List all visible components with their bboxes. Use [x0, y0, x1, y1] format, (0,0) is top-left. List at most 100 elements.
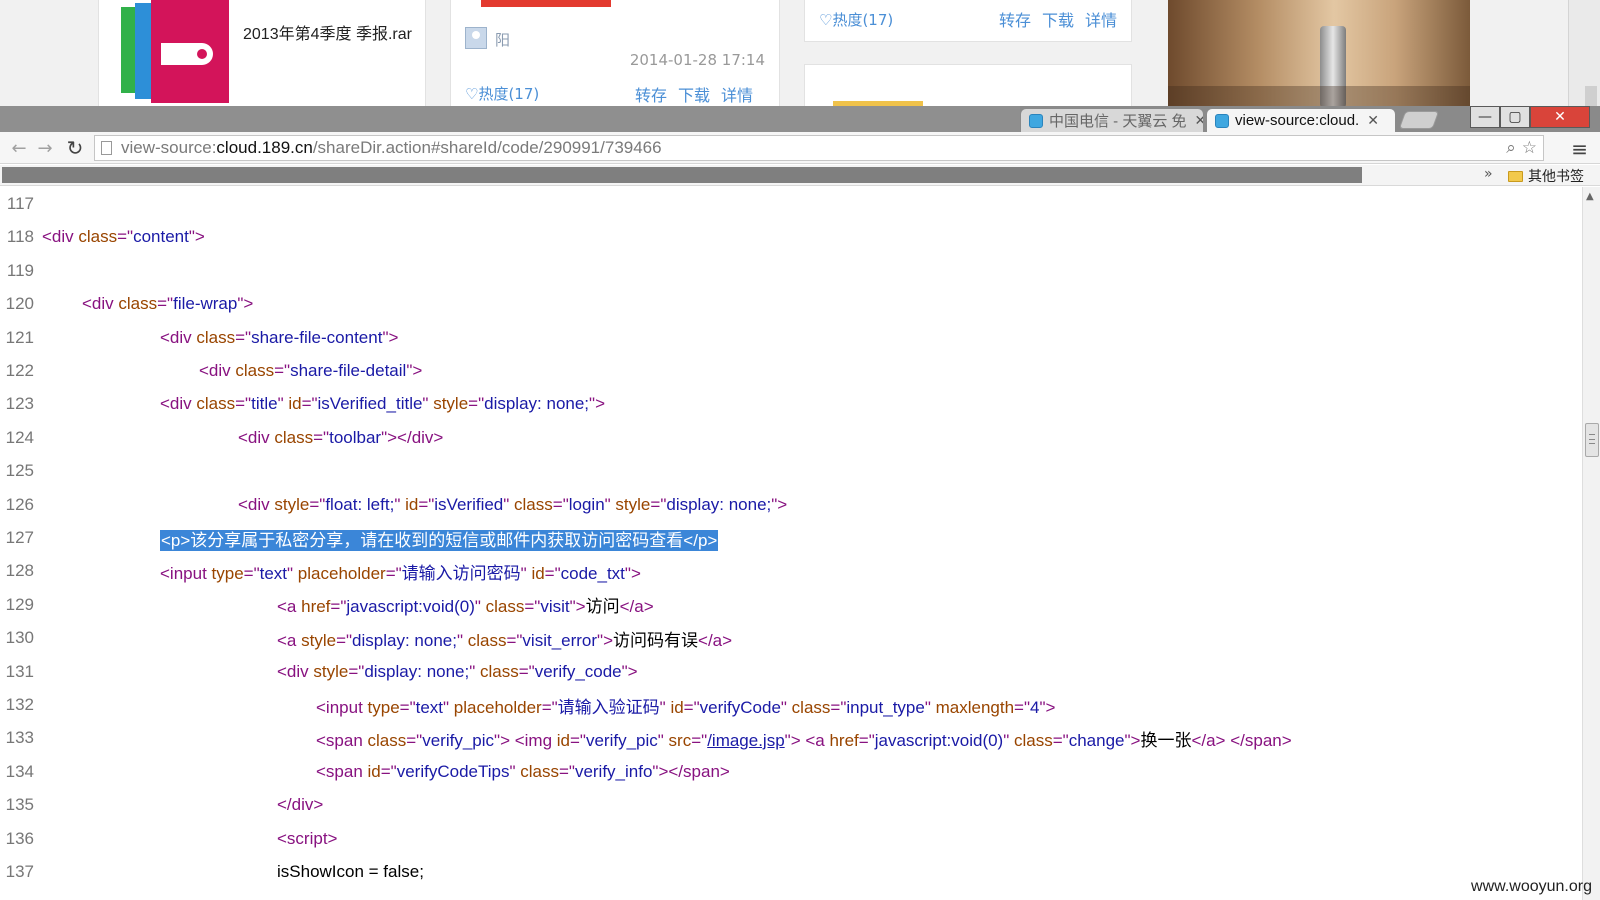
line-number: 122	[5, 361, 34, 380]
details-link[interactable]: 详情	[721, 82, 753, 106]
address-bar[interactable]: view-source:cloud.189.cn/shareDir.action…	[94, 135, 1544, 161]
line-number: 130	[5, 628, 34, 648]
search-icon[interactable]: ⌕	[1506, 138, 1516, 158]
code-token: class	[235, 361, 275, 380]
code-token: </a>	[619, 597, 654, 617]
line-code: <a style="display: none;" class="visit_e…	[277, 626, 732, 651]
address-url[interactable]: view-source:cloud.189.cn/shareDir.action…	[121, 138, 662, 158]
reload-icon[interactable]: ↻	[64, 136, 86, 160]
line-code: <div style="display: none;" class="verif…	[277, 662, 638, 682]
code-token: display: none;	[666, 494, 772, 514]
arrow-right-icon[interactable]: →	[34, 137, 56, 159]
code-token: isVerified	[434, 494, 504, 514]
browser-toolbar: ← → ↻ view-source:cloud.189.cn/shareDir.…	[0, 132, 1600, 164]
code-token: display: none;	[352, 630, 457, 650]
code-token: <div	[42, 227, 79, 247]
share-card-top: ♡热度(17) 转存 下载 详情	[804, 0, 1132, 42]
line-number: 129	[5, 594, 34, 614]
code-token: <script>	[277, 828, 338, 848]
line-number: 126	[5, 494, 34, 514]
save-link[interactable]: 转存	[635, 82, 667, 106]
line-number: 118	[6, 227, 34, 247]
scrollbar-thumb[interactable]	[1585, 423, 1599, 457]
star-icon[interactable]: ☆	[1522, 138, 1537, 158]
code-token: ="	[301, 394, 318, 414]
source-line: 128 <input type="text" placeholder="请输入访问…	[0, 554, 641, 588]
code-token: ="	[385, 563, 402, 583]
file-name[interactable]: 2013年第4季度 季报.rar	[243, 25, 419, 44]
cloud-favicon-icon	[1215, 113, 1229, 128]
code-token: ="	[544, 563, 561, 583]
code-token: visit	[540, 597, 570, 617]
code-token: verify_pic	[422, 730, 495, 750]
close-tab-icon[interactable]: ✕	[1367, 112, 1379, 129]
download-link[interactable]: 下载	[678, 82, 710, 106]
download-link[interactable]: 下载	[1042, 7, 1074, 31]
minimize-button[interactable]: —	[1470, 106, 1500, 128]
code-token: login	[568, 494, 605, 514]
line-code: <div class="share-file-detail">	[199, 361, 422, 381]
arrow-left-icon[interactable]: ←	[8, 137, 30, 159]
code-token: ">	[624, 563, 641, 583]
maximize-button[interactable]: ▢	[1500, 106, 1530, 128]
source-line: 118 <div class="content">	[0, 220, 205, 254]
tab-china-telecom[interactable]: 中国电信 - 天翼云 免 ✕	[1020, 108, 1204, 132]
code-token: ">	[771, 494, 788, 514]
code-token: verify_pic	[585, 730, 658, 750]
line-code: <div class="title" id="isVerified_title"…	[160, 394, 605, 414]
code-token: style	[615, 494, 651, 514]
source-line: 131 <div style="display: none;" class="ve…	[0, 655, 638, 689]
tab-view-source[interactable]: view-source:cloud. ✕	[1206, 108, 1396, 132]
code-token: "	[469, 661, 480, 681]
scroll-up-icon[interactable]: ▲	[1586, 191, 1594, 202]
code-token: ="	[650, 494, 667, 514]
line-number: 125	[5, 461, 34, 481]
code-token: text	[415, 697, 444, 717]
source-line: 117	[0, 187, 42, 221]
save-link[interactable]: 转存	[999, 7, 1031, 31]
vertical-scrollbar[interactable]: ▲	[1582, 187, 1600, 900]
code-token: 访问	[585, 597, 620, 617]
source-line: 119	[0, 254, 42, 288]
menu-icon[interactable]: ≡	[1571, 137, 1588, 161]
avatar[interactable]	[465, 27, 487, 49]
code-token: class	[196, 394, 236, 414]
code-token: display: none;	[484, 394, 590, 414]
code-token: ="	[380, 761, 397, 781]
source-line: 122 <div class="share-file-detail">	[0, 354, 423, 388]
close-window-button[interactable]: ✕	[1530, 106, 1590, 128]
heat-count[interactable]: ♡热度(17)	[465, 83, 539, 104]
line-code: <div class="toolbar"></div>	[238, 428, 443, 448]
file-card[interactable]: 2013年第4季度 季报.rar	[98, 0, 426, 112]
code-token: <input	[160, 563, 212, 583]
line-code: <span id="verifyCodeTips" class="verify_…	[316, 762, 730, 782]
code-token: <div	[160, 394, 197, 414]
code-token: <div	[82, 294, 119, 314]
source-line: 137 isShowIcon = false;	[0, 855, 424, 889]
photo-thumbnail[interactable]	[1168, 0, 1470, 108]
background-scrollbar[interactable]	[1568, 0, 1600, 112]
new-tab-button[interactable]	[1398, 111, 1440, 129]
code-token: float: left;	[325, 494, 395, 514]
code-token: ="	[418, 494, 435, 514]
code-token: maxlength	[935, 697, 1015, 717]
code-token: code_txt	[560, 563, 625, 583]
code-token: 请输入验证码	[557, 697, 660, 717]
source-code-view[interactable]: 117 118 <div class="content"> 119 120 <div cl…	[0, 187, 1582, 900]
code-token: class	[520, 761, 559, 781]
user-name[interactable]: 阳	[495, 29, 510, 50]
source-link[interactable]: /image.jsp	[707, 731, 784, 750]
code-token: ="	[541, 697, 558, 717]
code-token: "	[503, 494, 515, 514]
other-bookmarks-folder[interactable]: 其他书签	[1508, 166, 1584, 186]
line-code: <input type="text" placeholder="请输入访问密码"…	[160, 559, 641, 584]
bookmarks-overflow-chevron[interactable]: »	[1484, 166, 1493, 182]
details-link[interactable]: 详情	[1085, 7, 1117, 31]
close-tab-icon[interactable]: ✕	[1195, 112, 1204, 129]
code-token: ="	[683, 697, 700, 717]
code-token: input_type	[846, 697, 925, 717]
heat-count[interactable]: ♡热度(17)	[819, 9, 893, 30]
code-token: type	[367, 697, 400, 717]
code-token: verifyCodeTips	[396, 761, 510, 781]
code-token: "	[1003, 730, 1014, 750]
